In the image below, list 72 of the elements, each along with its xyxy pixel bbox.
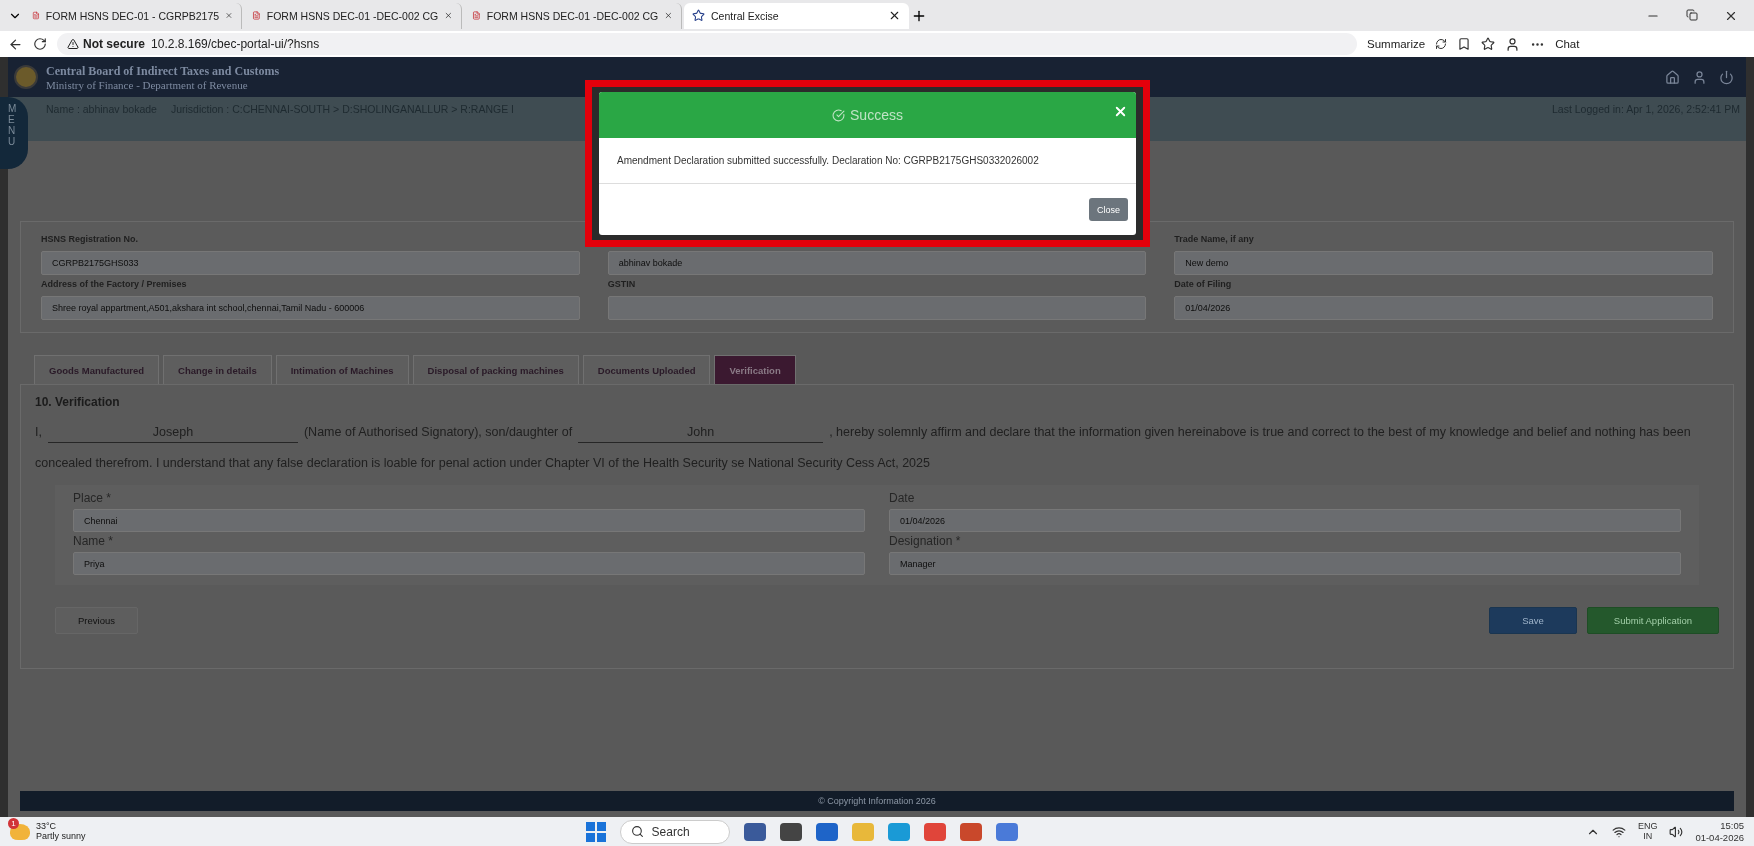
app-icon[interactable] xyxy=(779,822,802,841)
input-field[interactable]: Manager xyxy=(889,552,1681,575)
form-tab[interactable]: Verification xyxy=(714,355,796,384)
input-field[interactable]: 01/04/2026 xyxy=(889,509,1681,532)
input-field[interactable]: Chennai xyxy=(73,509,865,532)
home-icon[interactable] xyxy=(1665,69,1680,85)
close-tab-icon[interactable] xyxy=(888,9,901,22)
summarize-icon[interactable] xyxy=(1435,38,1448,50)
form-tab[interactable]: Documents Uploaded xyxy=(582,355,711,384)
warning-icon xyxy=(67,38,79,50)
check-circle-icon xyxy=(832,108,846,122)
reload-icon[interactable] xyxy=(33,37,47,51)
field-label: Place * xyxy=(73,491,113,505)
save-button[interactable]: Save xyxy=(1489,607,1577,634)
clock[interactable]: 15:05 01-04-2026 xyxy=(1695,820,1744,843)
previous-button[interactable]: Previous xyxy=(55,607,138,634)
input-field[interactable]: abhinav bokade xyxy=(607,251,1147,275)
language-indicator[interactable]: ENG IN xyxy=(1637,821,1658,842)
input-field[interactable] xyxy=(607,296,1147,320)
section-heading: 10. Verification xyxy=(35,395,121,409)
browser-tab[interactable]: FORM HSNS DEC-01 -DEC-002 CG xyxy=(464,2,682,29)
field-label: Date xyxy=(889,491,916,505)
header-subtitle: Ministry of Finance - Department of Revenue xyxy=(46,78,249,91)
form-tab[interactable]: Disposal of packing machines xyxy=(412,355,579,384)
search-field[interactable]: Search xyxy=(619,819,730,844)
network-icon[interactable] xyxy=(1611,824,1626,839)
app-icon[interactable] xyxy=(959,822,982,841)
field-label: Address of the Factory / Premises xyxy=(41,279,188,290)
field-label: HSNS Registration No. xyxy=(41,234,139,245)
input-field[interactable]: Priya xyxy=(73,552,865,575)
address-field[interactable]: Not secure 10.2.8.169/cbec-portal-ui/?hsns xyxy=(57,33,1357,55)
dialog-title: Success xyxy=(850,107,903,123)
close-button[interactable]: Close xyxy=(1089,198,1128,221)
field-label: Designation * xyxy=(889,534,962,548)
pdf-icon xyxy=(472,9,481,22)
form-tab[interactable]: Change in details xyxy=(163,355,272,384)
field-label: Trade Name, if any xyxy=(1174,234,1255,245)
restore-icon[interactable] xyxy=(1686,8,1698,21)
chat-button[interactable]: Chat xyxy=(1555,38,1580,50)
field-label: Name * xyxy=(73,534,114,548)
search-icon xyxy=(630,825,644,838)
profile-icon[interactable] xyxy=(1505,36,1521,52)
browser-tab[interactable]: Central Excise xyxy=(684,2,909,29)
browser-tab[interactable]: FORM HSNS DEC-01 -DEC-002 CG xyxy=(244,2,462,29)
copyright-text: © Copyright Information 2026 xyxy=(818,796,936,806)
fill-in-line[interactable]: John xyxy=(578,422,824,443)
back-icon[interactable] xyxy=(8,36,23,52)
pdf-icon xyxy=(32,9,40,22)
input-field[interactable]: Shree royal appartment,A501,akshara int school,chennai,Tamil Nadu - 600006 xyxy=(41,296,580,320)
user-icon[interactable] xyxy=(1692,69,1707,85)
form-tab[interactable]: Goods Manufactured xyxy=(34,355,159,384)
bookmark-icon[interactable] xyxy=(1457,37,1472,51)
input-field[interactable]: New demo xyxy=(1174,251,1713,275)
header-title: Central Board of Indirect Taxes and Customs xyxy=(46,63,280,79)
input-field[interactable]: 01/04/2026 xyxy=(1174,296,1713,320)
app-icon[interactable] xyxy=(743,822,766,841)
summarize-button[interactable]: Summarize xyxy=(1367,38,1426,50)
browser-tab[interactable]: FORM HSNS DEC-01 - CGRPB2175 xyxy=(24,2,242,29)
input-field[interactable]: CGRPB2175GHS033 xyxy=(41,251,580,275)
pdf-icon xyxy=(252,9,261,22)
field-label: GSTIN xyxy=(607,279,637,290)
menu-button[interactable]: MENU xyxy=(0,97,28,169)
weather-widget[interactable]: 1 33°C Partly sunny xyxy=(10,821,86,842)
fill-in-line[interactable]: Joseph xyxy=(47,422,298,443)
submit-button[interactable]: Submit Application xyxy=(1586,607,1719,634)
form-tab[interactable]: Intimation of Machines xyxy=(275,355,409,384)
favorite-icon[interactable] xyxy=(1481,37,1496,51)
field-label: Date of Filing xyxy=(1174,279,1233,290)
dialog-message: Amendment Declaration submitted successfully. Declaration No: CGRPB2175GHS0332026002 xyxy=(617,155,1039,166)
power-icon[interactable] xyxy=(1719,69,1734,85)
start-icon[interactable] xyxy=(585,821,606,842)
volume-icon[interactable] xyxy=(1669,824,1684,839)
